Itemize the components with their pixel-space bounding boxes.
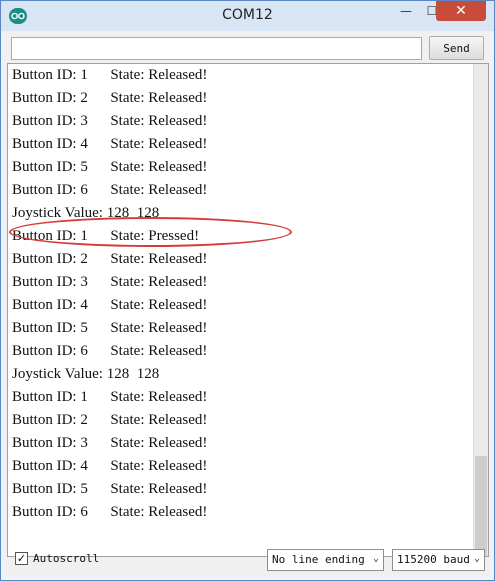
send-button[interactable]: Send (429, 36, 484, 60)
output-line: Button ID: 6 State: Released! (12, 182, 208, 198)
output-line: Button ID: 2 State: Released! (12, 251, 208, 267)
autoscroll-checkbox[interactable]: ✓ (15, 552, 28, 565)
output-line: Button ID: 4 State: Released! (12, 136, 208, 152)
chevron-down-icon: ⌄ (473, 553, 480, 564)
output-line: Button ID: 4 State: Released! (12, 458, 208, 474)
chevron-down-icon: ⌄ (372, 553, 379, 564)
output-line: Button ID: 3 State: Released! (12, 113, 208, 129)
send-input[interactable] (11, 37, 422, 60)
minimize-button[interactable]: — (393, 1, 419, 21)
baud-rate-value: 115200 baud (397, 553, 470, 566)
title-bar[interactable]: COM12 — ☐ ✕ (1, 1, 494, 31)
output-line: Button ID: 4 State: Released! (12, 297, 208, 313)
line-ending-select[interactable]: No line ending ⌄ (267, 549, 384, 571)
vertical-scrollbar[interactable] (473, 64, 488, 556)
output-line: Button ID: 3 State: Released! (12, 274, 208, 290)
output-line: Button ID: 1 State: Released! (12, 389, 208, 405)
output-line: Button ID: 1 State: Released! (12, 67, 208, 83)
output-line: Joystick Value: 128 128 (12, 366, 160, 382)
output-line: Button ID: 3 State: Released! (12, 435, 208, 451)
serial-output[interactable]: Button ID: 1 State: Released! Button ID: … (7, 63, 489, 557)
serial-monitor-client: Send Button ID: 1 State: Released! Button… (5, 31, 490, 576)
autoscroll-label: Autoscroll (33, 552, 100, 565)
output-line: Button ID: 2 State: Released! (12, 90, 208, 106)
scrollbar-thumb[interactable] (475, 456, 487, 556)
output-line: Button ID: 6 State: Released! (12, 343, 208, 359)
output-line: Button ID: 5 State: Released! (12, 320, 208, 336)
bottom-bar: ✓ Autoscroll No line ending ⌄ 115200 bau… (5, 545, 490, 575)
close-button[interactable]: ✕ (436, 1, 486, 21)
output-line: Button ID: 2 State: Released! (12, 412, 208, 428)
output-line: Button ID: 5 State: Released! (12, 159, 208, 175)
serial-monitor-window: COM12 — ☐ ✕ Send Button ID: 1 State: Rel… (0, 0, 495, 581)
output-lines: Button ID: 1 State: Released! Button ID: … (12, 64, 472, 524)
output-line: Button ID: 5 State: Released! (12, 481, 208, 497)
highlight-ellipse (9, 217, 292, 247)
baud-rate-select[interactable]: 115200 baud ⌄ (392, 549, 485, 571)
output-line: Button ID: 6 State: Released! (12, 504, 208, 520)
line-ending-value: No line ending (272, 553, 365, 566)
